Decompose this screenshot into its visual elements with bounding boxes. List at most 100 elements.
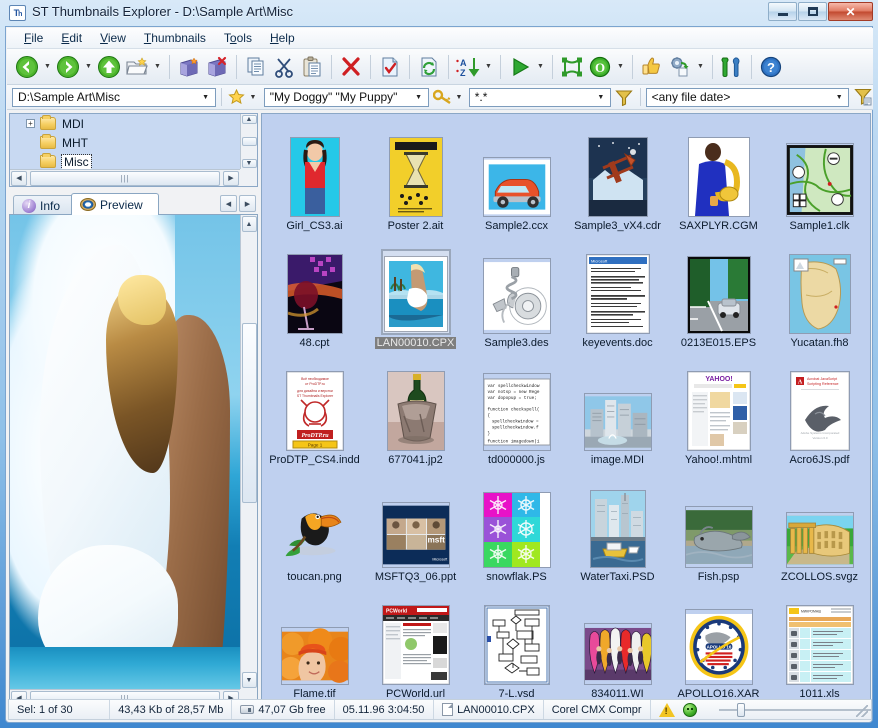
scroll-thumb[interactable] xyxy=(242,137,257,146)
help-button[interactable]: ? xyxy=(757,52,785,82)
remove-catalog-button[interactable] xyxy=(203,52,231,82)
optimize-dropdown[interactable]: ▼ xyxy=(614,52,627,82)
thumbnail-pane[interactable]: Girl_CS3.ai xyxy=(261,113,871,707)
thumbnail-item[interactable]: var spellcheckwindow var notsp = new Reg… xyxy=(466,351,567,468)
thumbnail-item[interactable]: Yucatan.fh8 xyxy=(769,234,870,351)
thumbnail-item[interactable]: WaterTaxi.PSD xyxy=(567,468,668,585)
thumbnail-item[interactable]: Всё необходимое от ProDTP.ru для дизайна… xyxy=(264,351,365,468)
thumbnail-size-slider[interactable] xyxy=(719,703,871,717)
tree-horizontal-scrollbar[interactable]: ◀ ||| ▶ xyxy=(10,169,240,186)
scroll-left-button[interactable]: ◀ xyxy=(11,171,27,186)
thumbnail-item[interactable]: Sample1.clk xyxy=(769,117,870,234)
tab-preview[interactable]: Preview xyxy=(71,193,159,215)
scroll-down-button[interactable]: ▼ xyxy=(242,159,257,168)
folder-tree[interactable]: + MDI MHT Misc + xyxy=(9,113,258,187)
file-date-dropdown-arrow[interactable]: ▼ xyxy=(831,89,847,106)
thumbnail-item[interactable]: Girl_CS3.ai xyxy=(264,117,365,234)
thumbnail-item[interactable]: Flame.tif xyxy=(264,585,365,702)
preview-vertical-scrollbar[interactable]: ▲ ▼ xyxy=(240,215,257,689)
tree-item-mht[interactable]: MHT xyxy=(10,133,240,152)
favorites-dropdown[interactable]: ▼ xyxy=(247,87,258,107)
forward-button[interactable] xyxy=(54,52,82,82)
file-date-combobox[interactable]: <any file date> ▼ xyxy=(646,88,850,107)
slider-knob[interactable] xyxy=(737,703,745,717)
scroll-thumb[interactable]: ||| xyxy=(30,171,220,186)
delete-button[interactable] xyxy=(337,52,365,82)
paste-button[interactable] xyxy=(298,52,326,82)
mask-filter-button[interactable] xyxy=(614,87,635,107)
back-button[interactable] xyxy=(13,52,41,82)
menu-help[interactable]: Help xyxy=(261,29,304,47)
thumbnail-item[interactable]: PCWorld xyxy=(365,585,466,702)
catalog-dropdown-arrow[interactable]: ▼ xyxy=(411,89,427,106)
new-folder-dropdown[interactable]: ▼ xyxy=(151,52,164,82)
thumbnail-item[interactable]: Fish.psp xyxy=(668,468,769,585)
catalog-combobox[interactable]: "My Doggy" "My Puppy" ▼ xyxy=(264,88,429,107)
thumbnail-item[interactable]: 0213E015.EPS xyxy=(668,234,769,351)
sort-button[interactable]: A Z xyxy=(454,52,482,82)
select-button[interactable] xyxy=(376,52,404,82)
refresh-button[interactable] xyxy=(415,52,443,82)
scroll-right-button[interactable]: ▶ xyxy=(223,171,239,186)
thumbnail-item[interactable]: 834011.WI xyxy=(567,585,668,702)
convert-button[interactable] xyxy=(666,52,694,82)
path-combobox[interactable]: D:\Sample Art\Misc ▼ xyxy=(12,88,216,107)
thumbnail-item[interactable]: YAHOO! Yahoo!.mh xyxy=(668,351,769,468)
resize-grip[interactable] xyxy=(856,705,868,717)
key-dropdown[interactable]: ▼ xyxy=(453,87,464,107)
scroll-up-button[interactable]: ▲ xyxy=(242,115,257,124)
new-folder-button[interactable] xyxy=(123,52,151,82)
tab-info[interactable]: i Info xyxy=(13,195,79,215)
menu-thumbnails[interactable]: Thumbnails xyxy=(135,29,215,47)
thumbnail-item[interactable]: msft Microsoft MSFTQ3_06.ppt xyxy=(365,468,466,585)
cut-button[interactable] xyxy=(270,52,298,82)
optimize-button[interactable]: O xyxy=(586,52,614,82)
tree-item-misc[interactable]: Misc xyxy=(10,152,240,169)
scroll-thumb[interactable] xyxy=(242,323,257,503)
thumbnail-item[interactable]: 48.cpt xyxy=(264,234,365,351)
fit-button[interactable] xyxy=(558,52,586,82)
scroll-down-button[interactable]: ▼ xyxy=(242,672,257,688)
thumbnail-item[interactable]: МИКРОМАШ xyxy=(769,585,870,702)
thumbnail-item[interactable]: ZCOLLOS.svgz xyxy=(769,468,870,585)
scroll-up-button[interactable]: ▲ xyxy=(242,216,257,232)
status-ok-icon[interactable] xyxy=(683,703,697,717)
thumbnail-item-selected[interactable]: LAN00010.CPX xyxy=(365,234,466,351)
forward-dropdown[interactable]: ▼ xyxy=(82,52,95,82)
tab-scroll-prev[interactable]: ◀ xyxy=(220,195,237,212)
up-button[interactable] xyxy=(95,52,123,82)
menu-file[interactable]: File xyxy=(15,29,52,47)
menu-edit[interactable]: Edit xyxy=(52,29,91,47)
thumbnail-item[interactable]: APOLLO 16 APOLLO16.XAR xyxy=(668,585,769,702)
expander-icon[interactable]: + xyxy=(26,119,35,128)
path-dropdown-arrow[interactable]: ▼ xyxy=(198,89,214,106)
preview-image[interactable] xyxy=(10,215,240,689)
copy-button[interactable] xyxy=(242,52,270,82)
menu-view[interactable]: View xyxy=(91,29,135,47)
tab-scroll-next[interactable]: ▶ xyxy=(239,195,256,212)
thumbnail-item[interactable]: 7-L.vsd xyxy=(466,585,567,702)
slideshow-dropdown[interactable]: ▼ xyxy=(534,52,547,82)
key-button[interactable] xyxy=(433,87,454,107)
sort-dropdown[interactable]: ▼ xyxy=(482,52,495,82)
back-dropdown[interactable]: ▼ xyxy=(41,52,54,82)
warning-icon[interactable] xyxy=(659,703,675,717)
thumbnail-item[interactable]: Sample2.ccx xyxy=(466,117,567,234)
menu-tools[interactable]: Tools xyxy=(215,29,261,47)
slideshow-button[interactable] xyxy=(506,52,534,82)
close-button[interactable]: ✕ xyxy=(828,2,873,21)
tree-item-mdi[interactable]: + MDI xyxy=(10,114,240,133)
thumbnail-item[interactable]: Microsoft xyxy=(567,234,668,351)
thumbnail-item[interactable]: Sample3_vX4.cdr xyxy=(567,117,668,234)
favorites-button[interactable] xyxy=(227,87,248,107)
tree-vertical-scrollbar[interactable]: ▲ ▼ xyxy=(240,114,257,169)
thumbnail-item[interactable]: SAXPLYR.CGM xyxy=(668,117,769,234)
date-filter-button[interactable] xyxy=(852,87,873,107)
file-mask-combobox[interactable]: *.* ▼ xyxy=(469,88,611,107)
maximize-button[interactable] xyxy=(798,2,827,21)
convert-dropdown[interactable]: ▼ xyxy=(694,52,707,82)
thumbnail-item[interactable]: Poster 2.ait xyxy=(365,117,466,234)
thumbnail-item[interactable]: snowflak.PS xyxy=(466,468,567,585)
thumbnail-item[interactable]: Sample3.des xyxy=(466,234,567,351)
thumbnail-item[interactable]: toucan.png xyxy=(264,468,365,585)
